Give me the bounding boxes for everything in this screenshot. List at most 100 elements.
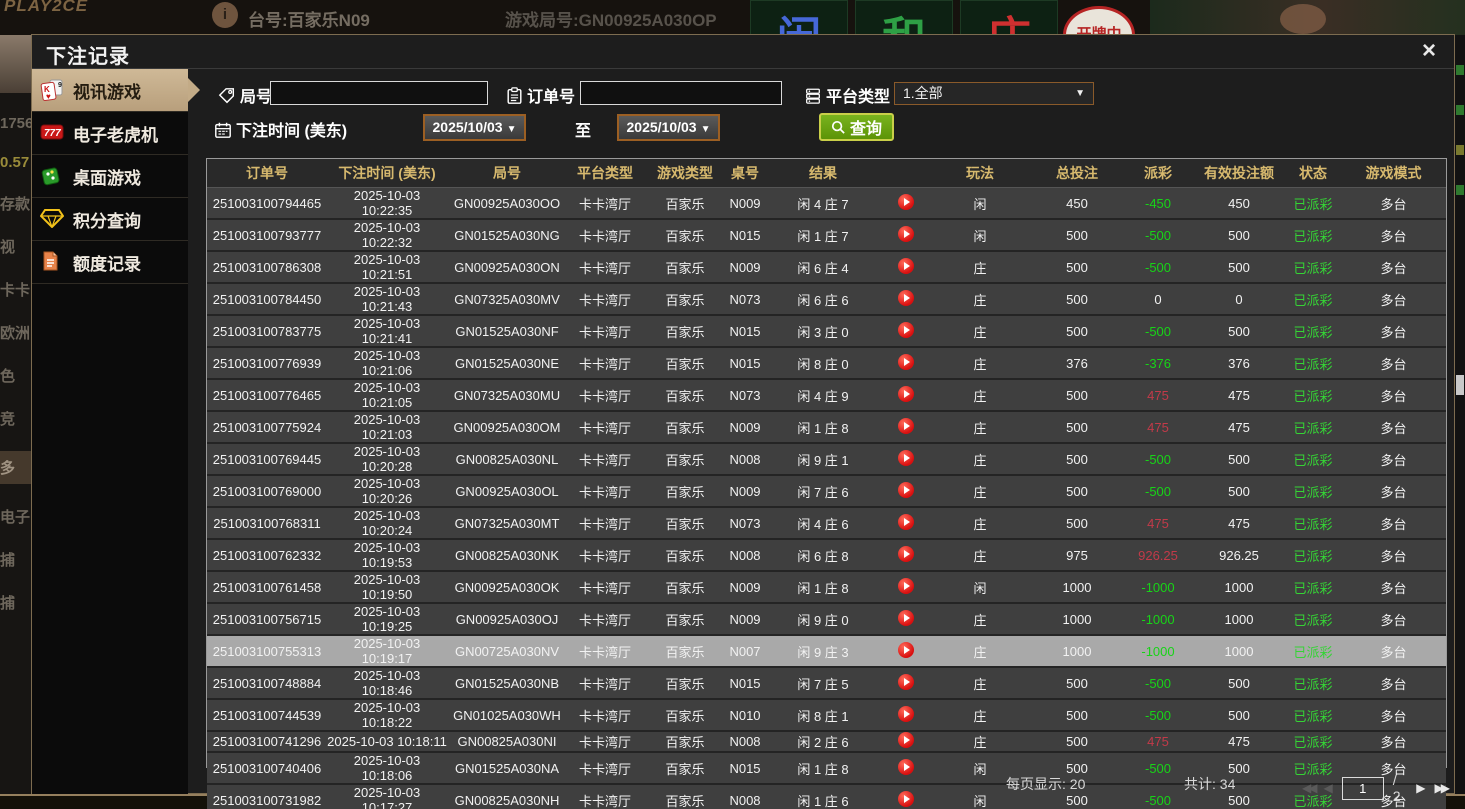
play-video-icon[interactable] [898, 482, 914, 498]
cell-game-type: 百家乐 [643, 322, 727, 341]
cell-bet-time: 2025-10-03 10:21:51 [327, 252, 447, 282]
cell-payout: -1000 [1123, 644, 1193, 659]
cell-bet-time: 2025-10-03 10:21:05 [327, 380, 447, 410]
cell-table-no: N015 [727, 676, 763, 691]
table-row[interactable]: 2510031007690002025-10-03 10:20:26GN0092… [207, 474, 1446, 506]
play-video-icon[interactable] [898, 610, 914, 626]
cell-replay [883, 290, 929, 309]
cell-game-mode: 多台 [1341, 514, 1446, 533]
table-row[interactable]: 2510031007863082025-10-03 10:21:51GN0092… [207, 250, 1446, 282]
close-icon[interactable]: × [1422, 38, 1436, 64]
cell-platform: 卡卡湾厅 [567, 578, 643, 597]
table-row[interactable]: 2510031007412962025-10-03 10:18:11GN0082… [207, 730, 1446, 751]
table-row[interactable]: 2510031007844502025-10-03 10:21:43GN0732… [207, 282, 1446, 314]
cell-order-id: 251003100756715 [207, 612, 327, 627]
round-input[interactable] [270, 81, 488, 105]
date-to-select[interactable]: 2025/10/03▼ [617, 114, 720, 141]
server-list-icon [804, 87, 822, 105]
cell-play-type: 庄 [929, 546, 1031, 565]
cell-platform: 卡卡湾厅 [567, 610, 643, 629]
play-video-icon[interactable] [898, 642, 914, 658]
sidebar-item-3[interactable]: 积分查询 [32, 198, 188, 241]
table-body: 2510031007944652025-10-03 10:22:35GN0092… [207, 188, 1446, 809]
table-row[interactable]: 2510031007683112025-10-03 10:20:24GN0732… [207, 506, 1446, 538]
table-row[interactable]: 2510031007567152025-10-03 10:19:25GN0092… [207, 602, 1446, 634]
cell-platform: 卡卡湾厅 [567, 482, 643, 501]
play-video-icon[interactable] [898, 546, 914, 562]
cell-order-id: 251003100762332 [207, 548, 327, 563]
bet-zone-tie: 和 [855, 0, 953, 35]
header-cell: 桌号 [727, 163, 763, 183]
cell-status: 已派彩 [1285, 610, 1341, 629]
bg-round-label: 游戏局号:GN00925A030OP [505, 6, 717, 31]
page-number-input[interactable] [1342, 777, 1384, 800]
play-video-icon[interactable] [898, 706, 914, 722]
cell-valid-bet: 1000 [1193, 580, 1285, 595]
play-video-icon[interactable] [898, 514, 914, 530]
sidebar-item-1[interactable]: 777电子老虎机 [32, 112, 188, 155]
chevron-down-icon: ▼ [1075, 83, 1085, 104]
cell-total-bet: 975 [1031, 548, 1123, 563]
play-video-icon[interactable] [898, 578, 914, 594]
cell-platform: 卡卡湾厅 [567, 258, 643, 277]
cell-play-type: 庄 [929, 354, 1031, 373]
cell-platform: 卡卡湾厅 [567, 546, 643, 565]
play-video-icon[interactable] [898, 194, 914, 210]
order-input[interactable] [580, 81, 782, 105]
table-row[interactable]: 2510031007694452025-10-03 10:20:28GN0082… [207, 442, 1446, 474]
cell-status: 已派彩 [1285, 386, 1341, 405]
cell-bet-time: 2025-10-03 10:20:26 [327, 476, 447, 506]
platform-select[interactable]: 1.全部▼ [894, 82, 1094, 105]
cell-status: 已派彩 [1285, 674, 1341, 693]
table-row[interactable]: 2510031007488842025-10-03 10:18:46GN0152… [207, 666, 1446, 698]
cell-round-id: GN00925A030OK [447, 580, 567, 595]
table-row[interactable]: 2510031007764652025-10-03 10:21:05GN0732… [207, 378, 1446, 410]
table-row[interactable]: 2510031007623322025-10-03 10:19:53GN0082… [207, 538, 1446, 570]
cell-game-type: 百家乐 [643, 578, 727, 597]
cell-order-id: 251003100741296 [207, 734, 327, 749]
search-button[interactable]: 查询 [819, 113, 894, 141]
sidebar-item-0[interactable]: 9K♥视讯游戏 [32, 69, 188, 112]
play-video-icon[interactable] [898, 450, 914, 466]
play-video-icon[interactable] [898, 418, 914, 434]
table-row[interactable]: 2510031007837752025-10-03 10:21:41GN0152… [207, 314, 1446, 346]
bet-records-modal: 下注记录 × 9K♥视讯游戏777电子老虎机桌面游戏积分查询额度记录 局号 订单… [31, 34, 1455, 794]
cell-valid-bet: 475 [1193, 420, 1285, 435]
table-row[interactable]: 2510031007553132025-10-03 10:19:17GN0072… [207, 634, 1446, 666]
date-from-select[interactable]: 2025/10/03▼ [423, 114, 526, 141]
play-video-icon[interactable] [898, 290, 914, 306]
table-row[interactable]: 2510031007445392025-10-03 10:18:22GN0102… [207, 698, 1446, 730]
play-video-icon[interactable] [898, 258, 914, 274]
sidebar-item-4[interactable]: 额度记录 [32, 241, 188, 284]
cell-valid-bet: 1000 [1193, 612, 1285, 627]
cell-game-type: 百家乐 [643, 194, 727, 213]
play-video-icon[interactable] [898, 386, 914, 402]
play-video-icon[interactable] [898, 674, 914, 690]
table-row[interactable]: 2510031007944652025-10-03 10:22:35GN0092… [207, 188, 1446, 218]
cell-result: 闲 8 庄 1 [763, 706, 883, 725]
table-row[interactable]: 2510031007769392025-10-03 10:21:06GN0152… [207, 346, 1446, 378]
play-video-icon[interactable] [898, 732, 914, 748]
play-video-icon[interactable] [898, 354, 914, 370]
cell-bet-time: 2025-10-03 10:19:25 [327, 604, 447, 634]
cell-round-id: GN00825A030NK [447, 548, 567, 563]
cell-payout: 475 [1123, 516, 1193, 531]
cell-total-bet: 1000 [1031, 612, 1123, 627]
svg-text:♥: ♥ [46, 92, 51, 101]
table-row[interactable]: 2510031007937772025-10-03 10:22:32GN0152… [207, 218, 1446, 250]
table-row[interactable]: 2510031007759242025-10-03 10:21:03GN0092… [207, 410, 1446, 442]
cell-game-mode: 多台 [1341, 578, 1446, 597]
sidebar-item-2[interactable]: 桌面游戏 [32, 155, 188, 198]
cell-payout: -376 [1123, 356, 1193, 371]
last-page-icon[interactable]: ▶▶ [1435, 781, 1447, 795]
prev-page-icon[interactable]: ◀ [1323, 781, 1332, 795]
cell-status: 已派彩 [1285, 418, 1341, 437]
cell-bet-time: 2025-10-03 10:19:50 [327, 572, 447, 602]
cell-replay [883, 514, 929, 533]
cell-table-no: N008 [727, 793, 763, 808]
first-page-icon[interactable]: ◀◀ [1302, 781, 1314, 795]
play-video-icon[interactable] [898, 322, 914, 338]
next-page-icon[interactable]: ▶ [1416, 781, 1425, 795]
play-video-icon[interactable] [898, 226, 914, 242]
table-row[interactable]: 2510031007614582025-10-03 10:19:50GN0092… [207, 570, 1446, 602]
